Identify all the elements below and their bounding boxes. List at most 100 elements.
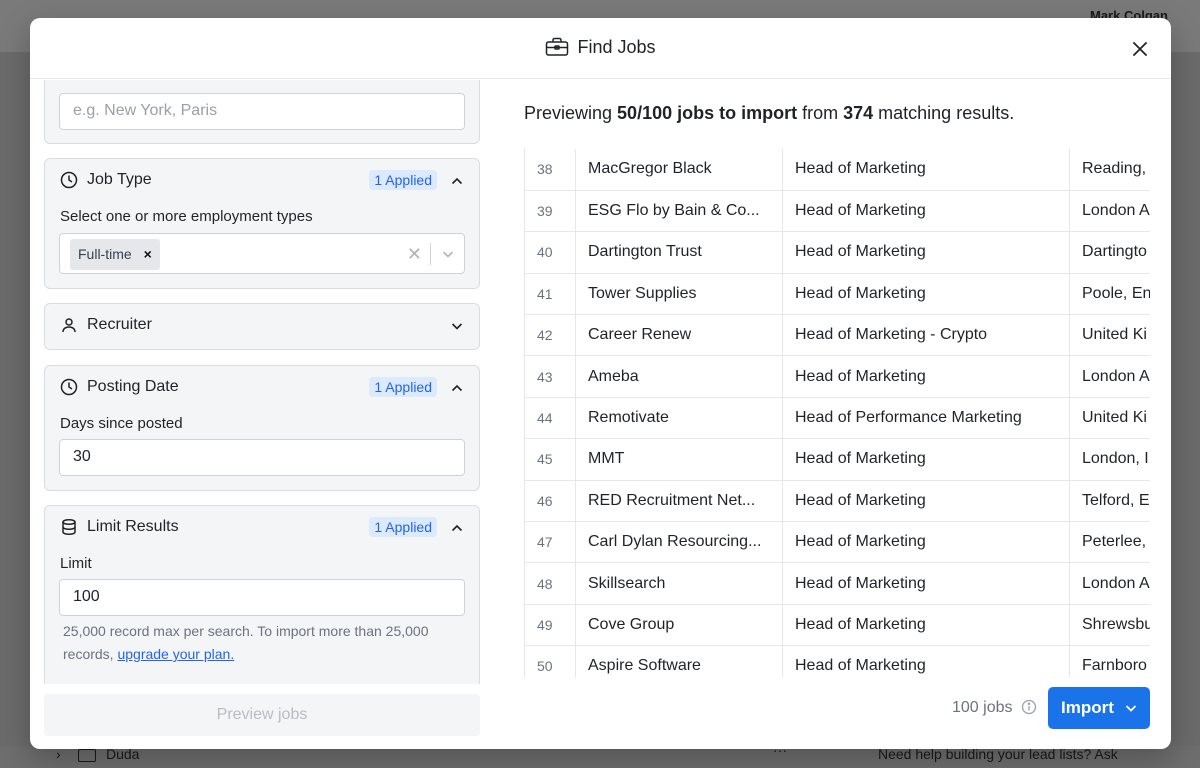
recruiter-filter-card[interactable]: Recruiter bbox=[44, 303, 480, 350]
location-cell: Reading, bbox=[1069, 149, 1150, 191]
location-placeholder: e.g. New York, Paris bbox=[73, 102, 218, 119]
chevron-up-icon bbox=[451, 524, 463, 532]
limit-sublabel: Limit bbox=[60, 555, 92, 572]
row-number: 50 bbox=[524, 645, 576, 678]
table-row[interactable]: 39 ESG Flo by Bain & Co... Head of Marketi… bbox=[524, 190, 1150, 233]
chevron-up-icon bbox=[451, 384, 463, 392]
jobs-table-container[interactable]: 38 MacGregor Black Head of Marketing Readin… bbox=[524, 149, 1150, 678]
posting-date-filter-card: Posting Date 1 Applied Days since posted… bbox=[44, 365, 480, 491]
table-row[interactable]: 50 Aspire Software Head of Marketing Farnbo… bbox=[524, 645, 1150, 678]
applied-badge: 1 Applied bbox=[369, 517, 437, 537]
table-row[interactable]: 47 Carl Dylan Resourcing... Head of Market… bbox=[524, 521, 1150, 564]
limit-results-filter-card: Limit Results 1 Applied Limit 100 25,000… bbox=[44, 505, 480, 684]
table-row[interactable]: 42 Career Renew Head of Marketing - Crypto… bbox=[524, 314, 1150, 357]
limit-results-label: Limit Results bbox=[87, 518, 179, 535]
company-cell: Career Renew bbox=[575, 314, 783, 357]
posting-date-label: Posting Date bbox=[87, 378, 179, 395]
clock-icon bbox=[60, 378, 78, 396]
table-row[interactable]: 44 Remotivate Head of Performance Marketin… bbox=[524, 397, 1150, 440]
company-cell: Skillsearch bbox=[575, 562, 783, 605]
select-divider bbox=[430, 243, 431, 265]
table-row[interactable]: 41 Tower Supplies Head of Marketing Poole, … bbox=[524, 273, 1150, 316]
chevron-down-icon[interactable] bbox=[440, 246, 456, 262]
location-filter-card: e.g. New York, Paris bbox=[44, 80, 480, 144]
company-cell: Ameba bbox=[575, 355, 783, 398]
days-since-posted-input[interactable]: 30 bbox=[59, 439, 465, 476]
close-button[interactable] bbox=[1129, 38, 1151, 60]
folder-icon bbox=[78, 749, 96, 762]
job-title-cell: Head of Marketing bbox=[782, 438, 1070, 481]
location-cell: United Ki bbox=[1069, 397, 1150, 440]
job-title-cell: Head of Marketing bbox=[782, 273, 1070, 316]
import-button[interactable]: Import bbox=[1048, 687, 1150, 729]
job-title-cell: Head of Marketing bbox=[782, 190, 1070, 233]
location-input[interactable]: e.g. New York, Paris bbox=[59, 93, 465, 130]
company-cell: Aspire Software bbox=[575, 645, 783, 678]
applied-badge: 1 Applied bbox=[369, 170, 437, 190]
table-row[interactable]: 40 Dartington Trust Head of Marketing Darti… bbox=[524, 231, 1150, 274]
location-cell: Dartingto bbox=[1069, 231, 1150, 274]
chip-full-time: Full-time × bbox=[70, 239, 160, 270]
table-row[interactable]: 49 Cove Group Head of Marketing Shrewsbu bbox=[524, 604, 1150, 647]
row-number: 48 bbox=[524, 562, 576, 605]
upgrade-plan-link[interactable]: upgrade your plan. bbox=[117, 646, 234, 662]
jobs-count-label: 100 jobs bbox=[952, 699, 1013, 716]
limit-results-header[interactable]: Limit Results 1 Applied bbox=[45, 506, 479, 550]
job-title-cell: Head of Marketing bbox=[782, 562, 1070, 605]
job-title-cell: Head of Marketing bbox=[782, 231, 1070, 274]
table-row[interactable]: 45 MMT Head of Marketing London, I bbox=[524, 438, 1150, 481]
chip-label: Full-time bbox=[78, 246, 132, 262]
limit-input[interactable]: 100 bbox=[59, 579, 465, 616]
jobs-table: 38 MacGregor Black Head of Marketing Readin… bbox=[524, 149, 1150, 678]
location-cell: Peterlee, bbox=[1069, 521, 1150, 564]
table-row[interactable]: 43 Ameba Head of Marketing London A bbox=[524, 355, 1150, 398]
job-type-filter-card: Job Type 1 Applied Select one or more em… bbox=[44, 158, 480, 289]
job-type-header[interactable]: Job Type 1 Applied bbox=[45, 159, 479, 203]
applied-badge: 1 Applied bbox=[369, 377, 437, 397]
company-cell: Dartington Trust bbox=[575, 231, 783, 274]
row-number: 43 bbox=[524, 355, 576, 398]
company-cell: MacGregor Black bbox=[575, 149, 783, 191]
clock-icon bbox=[60, 171, 78, 189]
chevron-down-icon bbox=[1125, 705, 1137, 712]
preview-count: 50/100 jobs to import bbox=[617, 103, 798, 123]
company-cell: ESG Flo by Bain & Co... bbox=[575, 190, 783, 233]
chevron-up-icon bbox=[451, 177, 463, 185]
limit-help-text: 25,000 record max per search. To import … bbox=[63, 620, 463, 666]
table-row[interactable]: 48 Skillsearch Head of Marketing London A bbox=[524, 562, 1150, 605]
job-type-label: Job Type bbox=[87, 171, 152, 188]
row-number: 44 bbox=[524, 397, 576, 440]
database-icon bbox=[62, 518, 76, 536]
preview-matches: 374 bbox=[843, 103, 874, 123]
chevron-down-icon bbox=[451, 323, 463, 330]
preview-summary: Previewing 50/100 jobs to import from 37… bbox=[524, 103, 1014, 124]
import-label: Import bbox=[1061, 698, 1114, 717]
company-cell: RED Recruitment Net... bbox=[575, 480, 783, 523]
company-cell: Carl Dylan Resourcing... bbox=[575, 521, 783, 564]
table-row[interactable]: 38 MacGregor Black Head of Marketing Readin… bbox=[524, 149, 1150, 191]
posting-date-sublabel: Days since posted bbox=[60, 415, 183, 432]
preview-jobs-button[interactable]: Preview jobs bbox=[44, 694, 480, 736]
job-title-cell: Head of Marketing - Crypto bbox=[782, 314, 1070, 357]
briefcase-icon bbox=[545, 37, 569, 62]
table-row[interactable]: 46 RED Recruitment Net... Head of Marketin… bbox=[524, 480, 1150, 523]
location-cell: London A bbox=[1069, 190, 1150, 233]
job-title-cell: Head of Marketing bbox=[782, 149, 1070, 191]
row-number: 49 bbox=[524, 604, 576, 647]
jobs-count: 100 jobs bbox=[952, 699, 1037, 717]
location-cell: London A bbox=[1069, 562, 1150, 605]
company-cell: Cove Group bbox=[575, 604, 783, 647]
user-icon bbox=[62, 318, 76, 333]
modal-title: Find Jobs bbox=[30, 37, 1171, 62]
company-cell: Tower Supplies bbox=[575, 273, 783, 316]
info-icon[interactable] bbox=[1021, 699, 1037, 715]
employment-type-select[interactable]: Full-time × ✕ bbox=[59, 233, 465, 274]
clear-icon[interactable]: ✕ bbox=[407, 244, 422, 265]
posting-date-header[interactable]: Posting Date 1 Applied bbox=[45, 366, 479, 410]
recruiter-label: Recruiter bbox=[87, 316, 152, 333]
remove-chip-icon[interactable]: × bbox=[144, 246, 152, 262]
modal-header: Find Jobs bbox=[30, 18, 1171, 79]
recruiter-header[interactable]: Recruiter bbox=[45, 304, 479, 348]
row-number: 38 bbox=[524, 149, 576, 191]
location-cell: United Ki bbox=[1069, 314, 1150, 357]
